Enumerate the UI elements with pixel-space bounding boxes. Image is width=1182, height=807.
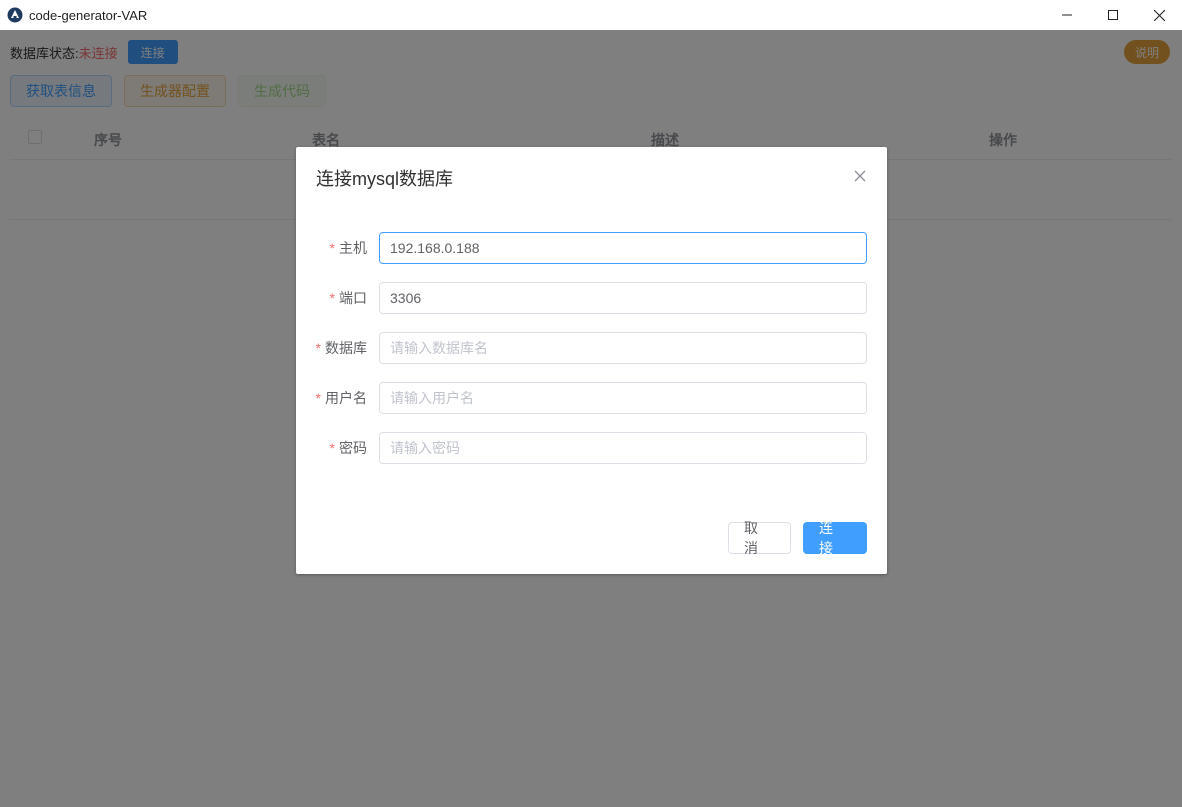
- maximize-icon: [1108, 10, 1118, 20]
- username-label: * 用户名: [315, 390, 367, 406]
- dialog-footer: 取消 连接: [728, 520, 867, 556]
- host-label: * 主机: [329, 240, 367, 256]
- window-controls: [1044, 0, 1182, 30]
- window-title: code-generator-VAR: [29, 7, 148, 23]
- dialog-close-icon[interactable]: [853, 169, 867, 183]
- maximize-button[interactable]: [1090, 0, 1136, 30]
- dialog-title: 连接mysql数据库: [316, 169, 454, 189]
- port-label: * 端口: [329, 290, 367, 306]
- username-input[interactable]: [379, 382, 867, 414]
- form-item-username: * 用户名: [296, 382, 887, 414]
- database-input[interactable]: [379, 332, 867, 364]
- form-item-port: * 端口: [296, 282, 887, 314]
- form-item-host: * 主机: [296, 232, 887, 264]
- password-label: * 密码: [329, 440, 367, 456]
- port-input[interactable]: [379, 282, 867, 314]
- connect-dialog: 连接mysql数据库 *主机 *端口 *数据库 *用户名 *密码 取消 连接: [296, 147, 887, 574]
- connect-button[interactable]: 连接: [803, 520, 867, 556]
- minimize-button[interactable]: [1044, 0, 1090, 30]
- host-input[interactable]: [379, 232, 867, 264]
- close-window-button[interactable]: [1136, 0, 1182, 30]
- password-input[interactable]: [379, 432, 867, 464]
- cancel-button[interactable]: 取消: [728, 520, 791, 556]
- form-item-database: * 数据库: [296, 332, 887, 364]
- window-titlebar: code-generator-VAR: [0, 0, 1182, 30]
- form-item-password: * 密码: [296, 432, 887, 464]
- database-label: * 数据库: [315, 340, 367, 356]
- app-logo-icon: [7, 7, 23, 23]
- minimize-icon: [1062, 14, 1072, 16]
- close-icon: [1153, 9, 1165, 21]
